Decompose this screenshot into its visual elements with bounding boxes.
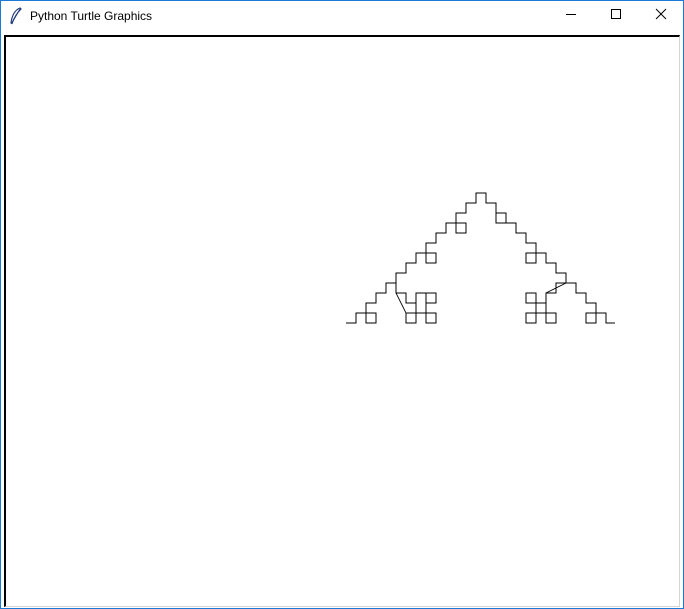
close-icon (655, 7, 667, 25)
window-title: Python Turtle Graphics (30, 9, 153, 23)
turtle-canvas-area[interactable] (4, 35, 680, 607)
turtle-window: Python Turtle Graphics (0, 0, 684, 609)
minimize-icon (565, 7, 577, 25)
curve-square (455, 222, 467, 234)
close-button[interactable] (638, 1, 683, 31)
curve-square (495, 212, 507, 224)
title-bar[interactable]: Python Turtle Graphics (1, 1, 683, 31)
maximize-button[interactable] (593, 1, 638, 31)
minimize-button[interactable] (548, 1, 593, 31)
turtle-canvas[interactable] (6, 37, 679, 606)
maximize-icon (610, 7, 622, 25)
feather-icon (9, 7, 23, 25)
sierpinski-curve (346, 192, 615, 324)
